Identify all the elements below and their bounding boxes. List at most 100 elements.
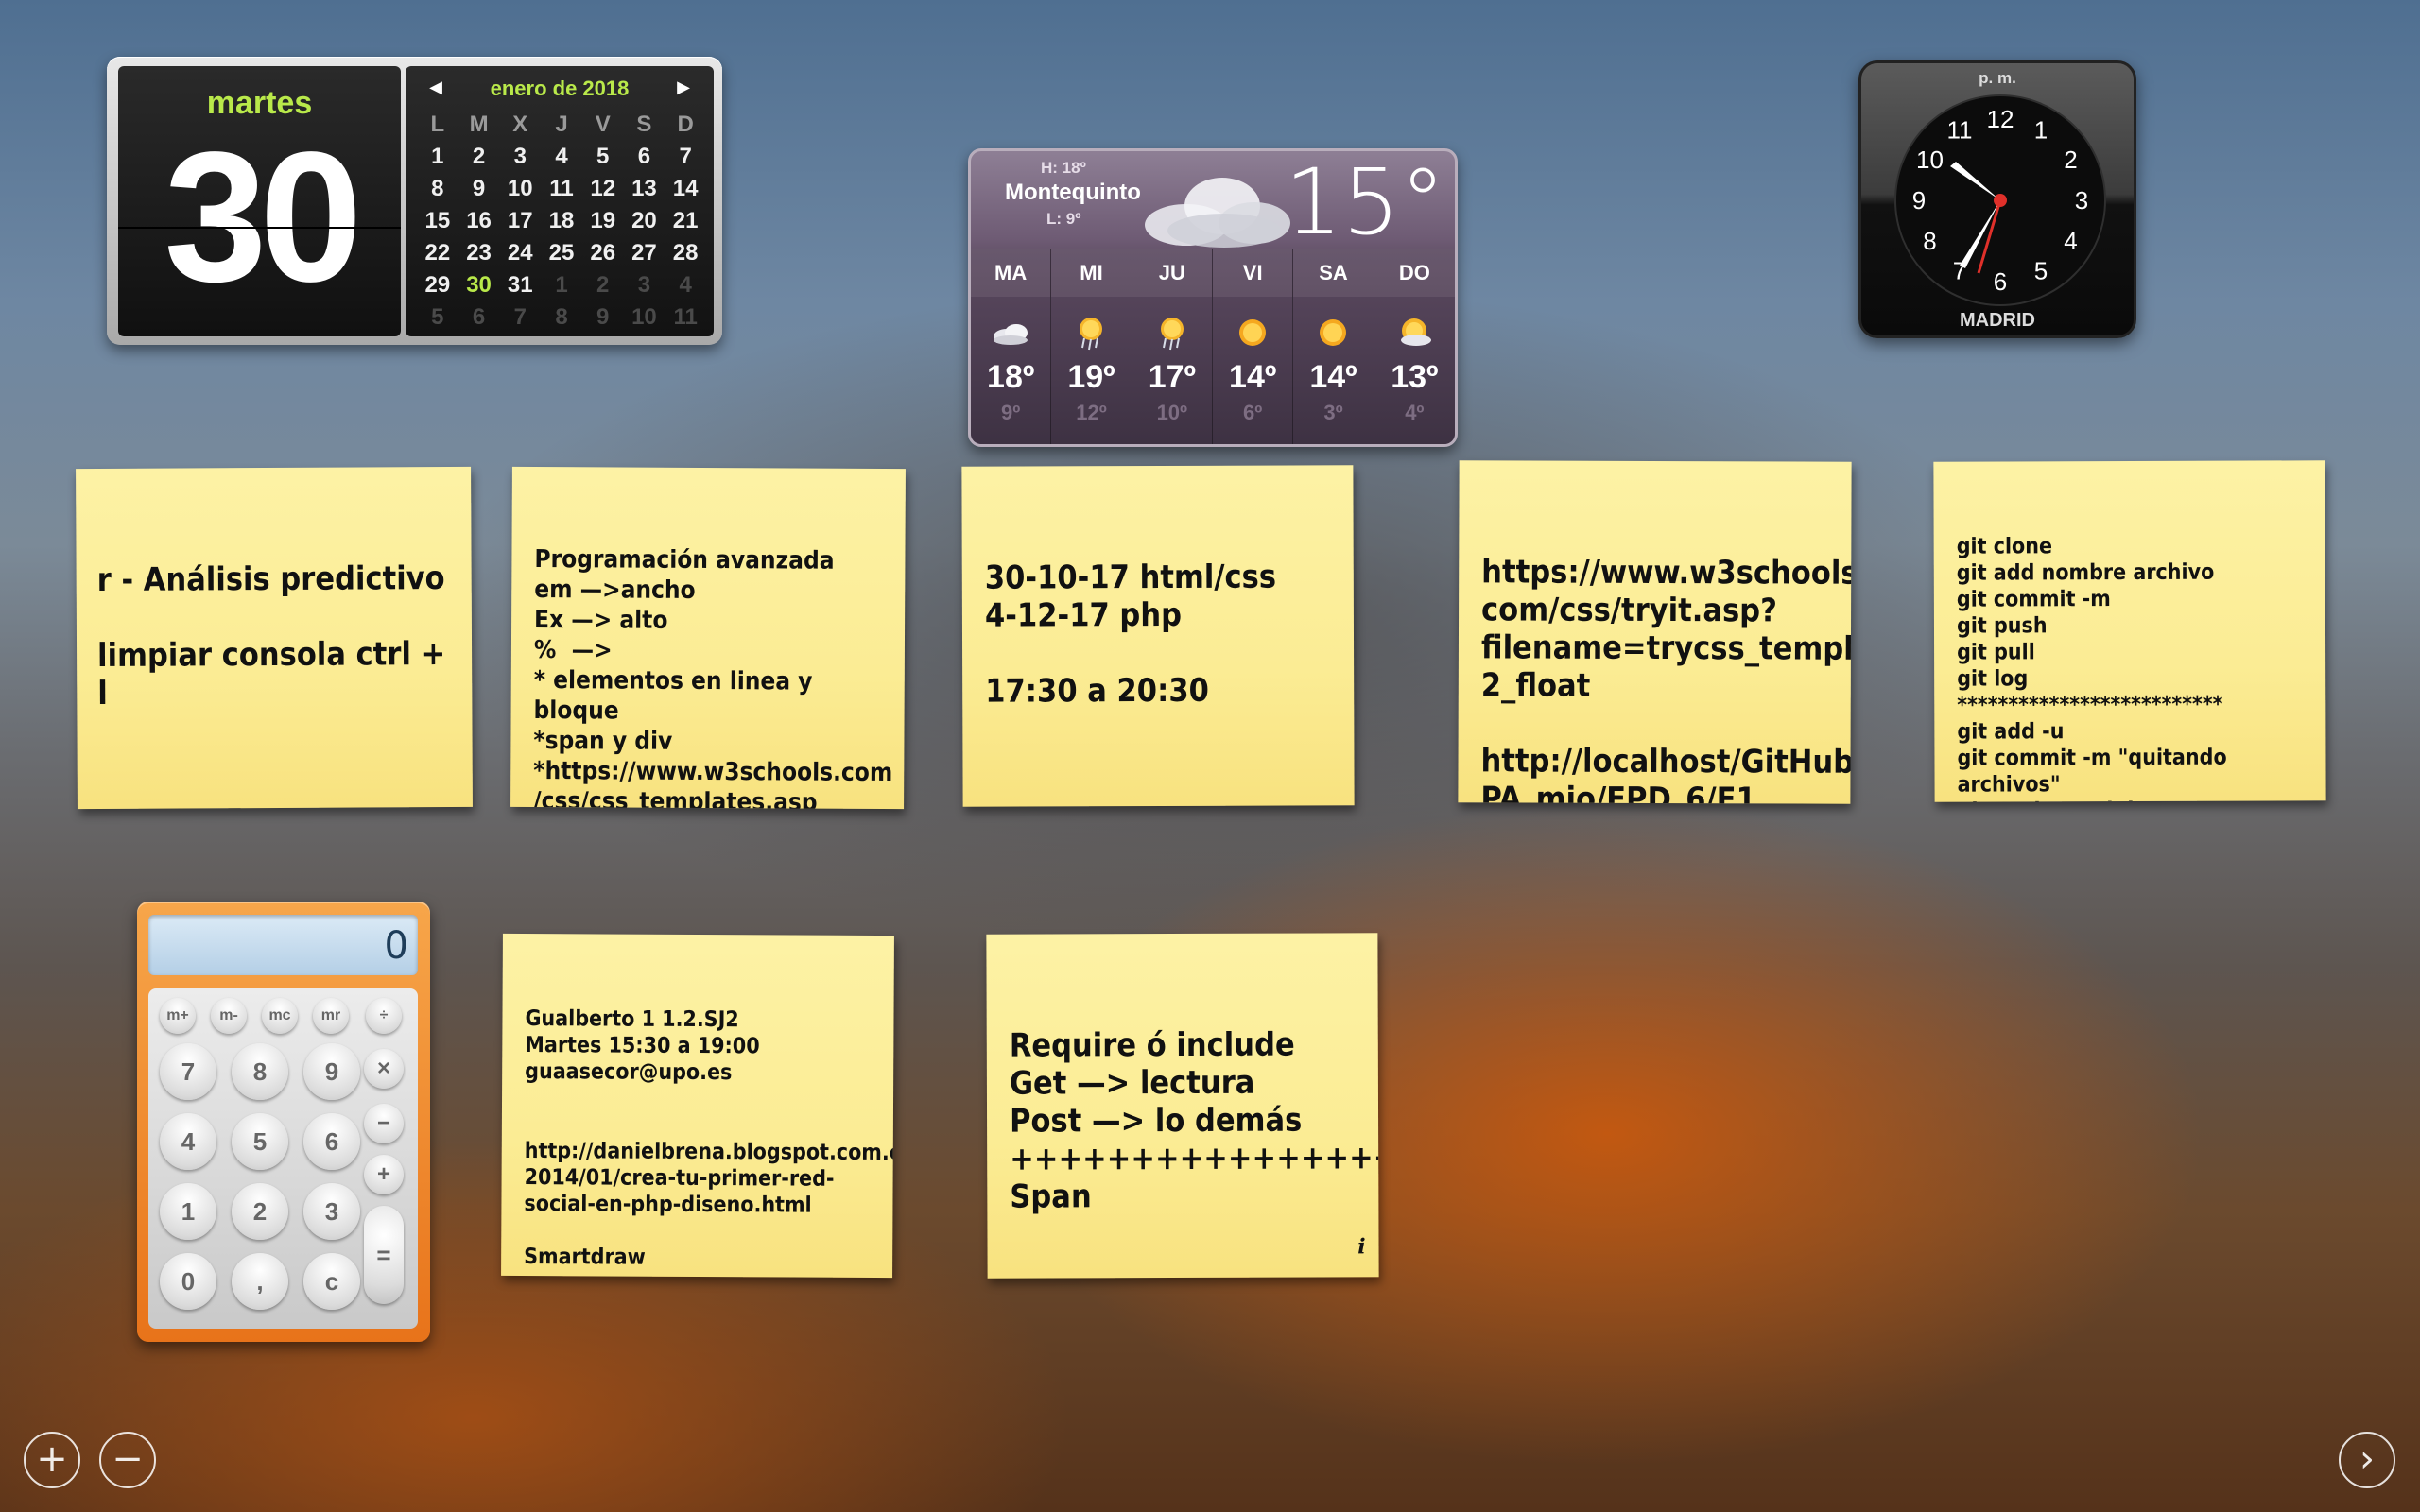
forecast-day-name: DO bbox=[1398, 261, 1430, 284]
clock-number: 4 bbox=[2064, 227, 2077, 255]
calendar-day-cell[interactable]: 10 bbox=[624, 301, 666, 334]
calendar-day-cell[interactable]: 1 bbox=[541, 269, 582, 301]
calendar-day-cell[interactable]: 26 bbox=[582, 237, 624, 269]
forecast-high: 13º bbox=[1391, 359, 1439, 395]
calendar-day-cell[interactable]: 2 bbox=[582, 269, 624, 301]
sticky-note-git[interactable]: git clone git add nombre archivo git com… bbox=[1933, 460, 2326, 802]
calendar-widget[interactable]: martes 30 ◀ enero de 2018 ▶ LMXJVSD12345… bbox=[107, 57, 722, 345]
clock-widget[interactable]: p. m. 12 1 2 3 4 5 6 7 8 9 10 11 MADRID bbox=[1858, 60, 2136, 338]
calendar-day-cell[interactable]: 10 bbox=[499, 173, 541, 205]
calendar-day-panel: martes 30 bbox=[118, 66, 401, 336]
calendar-day-cell[interactable]: 3 bbox=[499, 141, 541, 173]
forecast-day: DO 13º 4º bbox=[1374, 249, 1455, 444]
calendar-day-cell[interactable]: 16 bbox=[458, 205, 500, 237]
digit-0-button[interactable]: 0 bbox=[160, 1253, 216, 1310]
calendar-day-cell[interactable]: 17 bbox=[499, 205, 541, 237]
info-icon[interactable]: i bbox=[1357, 1228, 1365, 1265]
calendar-day-cell[interactable]: 7 bbox=[665, 141, 706, 173]
minus-icon[interactable]: − bbox=[99, 1432, 156, 1488]
sticky-note-analisis[interactable]: r - Análisis predictivo limpiar consola … bbox=[76, 466, 473, 810]
weather-widget[interactable]: H: 18º Montequinto L: 9º 15° MA 18º 9º MI 19… bbox=[968, 148, 1458, 447]
memory-subtract-button[interactable]: m- bbox=[211, 998, 247, 1034]
calendar-day-cell[interactable]: 27 bbox=[624, 237, 666, 269]
calendar-day-cell[interactable]: 11 bbox=[541, 173, 582, 205]
calendar-day-cell[interactable]: 9 bbox=[458, 173, 500, 205]
calendar-day-cell[interactable]: 6 bbox=[624, 141, 666, 173]
digit-2-button[interactable]: 2 bbox=[232, 1183, 288, 1240]
calendar-day-cell[interactable]: 19 bbox=[582, 205, 624, 237]
calendar-day-cell[interactable]: 14 bbox=[665, 173, 706, 205]
minus-button[interactable]: − bbox=[364, 1104, 404, 1143]
calendar-day-cell[interactable]: 1 bbox=[417, 141, 458, 173]
calendar-day-cell[interactable]: 11 bbox=[665, 301, 706, 334]
calendar-grid: L M X J V S D 1 2 3 4 5 6 7 8 9 10 11 12 13 14 15 16 17 18 19 20 21… bbox=[417, 109, 706, 334]
sticky-note-gualberto[interactable]: Gualberto 1 1.2.SJ2 Martes 15:30 a 19:00… bbox=[501, 933, 894, 1279]
plus-button[interactable]: + bbox=[364, 1155, 404, 1194]
digit-8-button[interactable]: 8 bbox=[232, 1043, 288, 1100]
memory-recall-button[interactable]: mr bbox=[313, 998, 349, 1034]
calendar-day-cell[interactable]: 12 bbox=[582, 173, 624, 205]
forecast-low: 10º bbox=[1156, 401, 1188, 424]
digit-6-button[interactable]: 6 bbox=[303, 1113, 360, 1170]
calendar-day-cell[interactable]: 18 bbox=[541, 205, 582, 237]
calendar-day-cell[interactable]: 15 bbox=[417, 205, 458, 237]
plus-icon[interactable]: + bbox=[24, 1432, 80, 1488]
calendar-day-cell[interactable]: 23 bbox=[458, 237, 500, 269]
calendar-day-cell[interactable]: 21 bbox=[665, 205, 706, 237]
calendar-day-cell[interactable]: 5 bbox=[582, 141, 624, 173]
multiply-button[interactable]: × bbox=[364, 1049, 404, 1089]
calendar-day-cell[interactable]: 6 bbox=[458, 301, 500, 334]
weather-high: H: 18º bbox=[1041, 159, 1086, 177]
memory-clear-button[interactable]: mc bbox=[262, 998, 298, 1034]
decimal-button[interactable]: , bbox=[232, 1253, 288, 1310]
calendar-day-cell[interactable]: 28 bbox=[665, 237, 706, 269]
forecast-day-name: MI bbox=[1080, 261, 1103, 284]
calendar-day-cell[interactable]: 22 bbox=[417, 237, 458, 269]
chevron-right-icon[interactable]: › bbox=[2339, 1432, 2395, 1488]
calendar-day-cell[interactable]: 4 bbox=[665, 269, 706, 301]
digit-7-button[interactable]: 7 bbox=[160, 1043, 216, 1100]
calendar-day-cell[interactable]: 9 bbox=[582, 301, 624, 334]
digit-3-button[interactable]: 3 bbox=[303, 1183, 360, 1240]
calendar-day-cell[interactable]: 29 bbox=[417, 269, 458, 301]
weather-low: L: 9º bbox=[1046, 210, 1081, 228]
calendar-day-cell[interactable]: 8 bbox=[541, 301, 582, 334]
clock-number: 11 bbox=[1947, 116, 1973, 145]
chevron-right-icon[interactable]: ▶ bbox=[674, 77, 693, 96]
calendar-day-cell[interactable]: 25 bbox=[541, 237, 582, 269]
forecast-day: JU 17º 10º bbox=[1132, 249, 1213, 444]
clock-city: MADRID bbox=[1960, 310, 2035, 331]
calendar-day-cell[interactable]: 24 bbox=[499, 237, 541, 269]
divide-button[interactable]: ÷ bbox=[366, 998, 402, 1034]
clock-number: 8 bbox=[1923, 227, 1936, 255]
calculator-widget[interactable]: 0 m+ m- mc mr ÷ 7 8 9 × 4 5 6 − + 1 2 3 … bbox=[137, 902, 430, 1342]
digit-1-button[interactable]: 1 bbox=[160, 1183, 216, 1240]
sticky-note-text: Require ó include Get —> lectura Post —>… bbox=[1009, 1025, 1379, 1216]
digit-9-button[interactable]: 9 bbox=[303, 1043, 360, 1100]
sticky-note-fechas[interactable]: 30-10-17 html/css 4-12-17 php 17:30 a 20… bbox=[961, 465, 1355, 807]
digit-5-button[interactable]: 5 bbox=[232, 1113, 288, 1170]
forecast-day-name: JU bbox=[1158, 261, 1185, 284]
weather-forecast: MA 18º 9º MI 19º 12º JU 17º 10º VI 14º 6º SA 14º 3º DO 1… bbox=[971, 249, 1455, 444]
calendar-day-cell[interactable]: 20 bbox=[624, 205, 666, 237]
equals-button[interactable]: = bbox=[364, 1206, 404, 1304]
calendar-day-cell[interactable]: 4 bbox=[541, 141, 582, 173]
calendar-day-cell[interactable]: 30 bbox=[458, 269, 500, 301]
calendar-day-cell[interactable]: 3 bbox=[624, 269, 666, 301]
calendar-day-cell[interactable]: 13 bbox=[624, 173, 666, 205]
clock-number: 10 bbox=[1916, 146, 1944, 174]
calendar-day-cell[interactable]: 31 bbox=[499, 269, 541, 301]
digit-4-button[interactable]: 4 bbox=[160, 1113, 216, 1170]
sticky-note-programacion[interactable]: Programación avanzada em —>ancho Ex —> a… bbox=[510, 466, 906, 810]
sticky-note-text: https://www.w3schools. com/css/tryit.asp… bbox=[1480, 553, 1852, 804]
calendar-day-cell[interactable]: 2 bbox=[458, 141, 500, 173]
clear-button[interactable]: c bbox=[303, 1253, 360, 1310]
clock-number: 5 bbox=[2034, 256, 2048, 284]
calendar-day-cell[interactable]: 5 bbox=[417, 301, 458, 334]
calendar-day-cell[interactable]: 8 bbox=[417, 173, 458, 205]
memory-add-button[interactable]: m+ bbox=[160, 998, 196, 1034]
sticky-note-urls[interactable]: https://www.w3schools. com/css/tryit.asp… bbox=[1458, 460, 1852, 804]
calendar-day-cell[interactable]: 7 bbox=[499, 301, 541, 334]
forecast-high: 18º bbox=[987, 359, 1035, 395]
sticky-note-require[interactable]: Require ó include Get —> lectura Post —>… bbox=[986, 933, 1379, 1279]
